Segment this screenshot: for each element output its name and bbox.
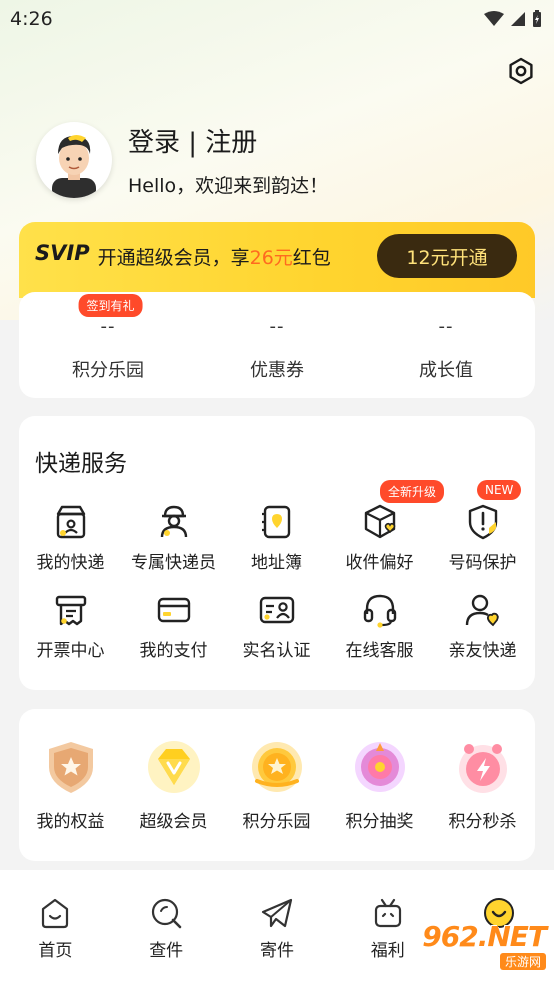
stat-points-park[interactable]: 签到有礼 -- 积分乐园 [53,294,163,398]
lottery-icon [354,742,405,792]
tab-send[interactable]: 寄件 [222,896,333,984]
status-bar: 4:26 [0,0,554,38]
service-courier[interactable]: 专属快递员 [122,502,225,590]
service-label: 我的快递 [36,553,105,573]
stat-label: 成长值 [419,360,473,381]
stat-label: 优惠券 [250,360,304,381]
watermark-sub: 乐游网 [499,953,546,970]
status-time: 4:26 [10,8,53,30]
invoice-icon [55,595,86,626]
benefit-points-park[interactable]: 积分乐园 [225,737,328,861]
new-badge: NEW [477,480,522,500]
profile-section[interactable]: 登录 | 注册 Hello，欢迎来到韵达！ [36,122,328,198]
stat-growth[interactable]: -- 成长值 [391,316,501,398]
svip-text-after: 红包 [292,247,331,269]
tab-label: 查件 [149,941,184,961]
headset-icon [363,594,396,628]
svip-amount: 26元 [249,247,293,269]
avatar-icon [52,135,96,198]
benefit-label: 我的权益 [36,812,105,832]
svip-text-before: 开通超级会员，享 [97,247,250,269]
service-label: 开票中心 [36,641,105,661]
tab-label: 首页 [38,941,73,961]
benefit-label: 积分乐园 [242,812,311,832]
id-card-icon [259,596,294,624]
points-coin-icon [251,742,302,792]
login-register-link[interactable]: 登录 | 注册 [128,122,328,159]
service-label: 地址簿 [251,553,302,573]
rights-badge-icon [48,742,93,793]
service-friend-express[interactable]: 亲友快递 [431,590,534,678]
box-heart-icon [364,504,395,539]
stat-value: -- [269,316,285,337]
benefit-flash-sale[interactable]: 积分秒杀 [431,737,534,861]
service-receive-preference[interactable]: 全新升级 收件偏好 [328,480,445,590]
service-my-packages[interactable]: 我的快递 [19,502,122,590]
friend-icon [465,594,499,627]
stats-card: 签到有礼 -- 积分乐园 -- 优惠券 -- 成长值 [19,292,535,398]
benefit-label: 积分抽奖 [345,812,414,832]
search-icon [152,898,182,929]
service-label: 亲友快递 [448,641,517,661]
service-number-protection[interactable]: NEW 号码保护 [431,480,534,590]
express-services-card: 快递服务 我的快递 专属快递员 地址簿 全新升级 收件偏好 NEW 号码保护 开… [19,416,535,690]
signal-icon [511,12,525,26]
service-label: 收件偏好 [345,553,414,573]
services-grid: 我的快递 专属快递员 地址簿 全新升级 收件偏好 NEW 号码保护 开票中心 我… [19,480,535,678]
service-invoice[interactable]: 开票中心 [19,590,122,678]
service-address-book[interactable]: 地址簿 [225,502,328,590]
service-real-name[interactable]: 实名认证 [225,590,328,678]
service-label: 实名认证 [242,641,311,661]
stat-value: -- [438,316,454,337]
stat-coupons[interactable]: -- 优惠券 [222,316,332,398]
benefit-super-member[interactable]: 超级会员 [122,737,225,861]
service-customer-service[interactable]: 在线客服 [328,590,431,678]
service-label: 专属快递员 [131,553,216,573]
status-icons [484,10,542,28]
new-upgrade-badge: 全新升级 [380,480,445,503]
package-icon [56,505,85,539]
section-title: 快递服务 [35,451,127,477]
gift-icon [374,898,401,928]
service-payment[interactable]: 我的支付 [122,590,225,678]
tab-home[interactable]: 首页 [0,896,111,984]
benefits-card: 我的权益 超级会员 积分乐园 积分抽奖 积分秒杀 [19,709,535,861]
vip-diamond-icon [147,741,200,793]
watermark-logo: 962.NET 乐游网 [408,920,547,980]
service-label: 在线客服 [345,641,414,661]
stat-label: 积分乐园 [72,360,144,381]
stat-value: -- [100,316,116,337]
avatar[interactable] [36,122,112,198]
card-icon [157,597,190,623]
home-icon [42,898,69,929]
svip-banner[interactable]: SVIP 开通超级会员，享26元红包 12元开通 [19,222,535,298]
checkin-badge: 签到有礼 [78,294,143,317]
battery-icon [533,10,541,27]
benefit-label: 超级会员 [139,812,208,832]
courier-icon [160,505,187,538]
watermark-main: 962.NET [422,920,547,953]
svip-tag: SVIP [35,241,90,265]
svip-promo-text: 开通超级会员，享26元红包 [98,243,331,270]
svip-open-button[interactable]: 12元开通 [377,234,517,278]
tab-label: 福利 [370,941,405,961]
settings-icon[interactable] [506,56,536,86]
welcome-text: Hello，欢迎来到韵达！ [128,175,329,197]
benefit-my-rights[interactable]: 我的权益 [19,737,122,861]
benefit-lottery[interactable]: 积分抽奖 [328,737,431,861]
address-book-icon [261,505,290,539]
shield-icon [468,504,497,540]
wifi-icon [484,11,504,26]
flash-sale-icon [458,744,507,793]
service-label: 号码保护 [448,553,517,573]
tab-label: 寄件 [259,941,294,961]
send-icon [261,898,293,928]
service-label: 我的支付 [139,641,208,661]
benefit-label: 积分秒杀 [448,812,517,832]
tab-track[interactable]: 查件 [111,896,222,984]
